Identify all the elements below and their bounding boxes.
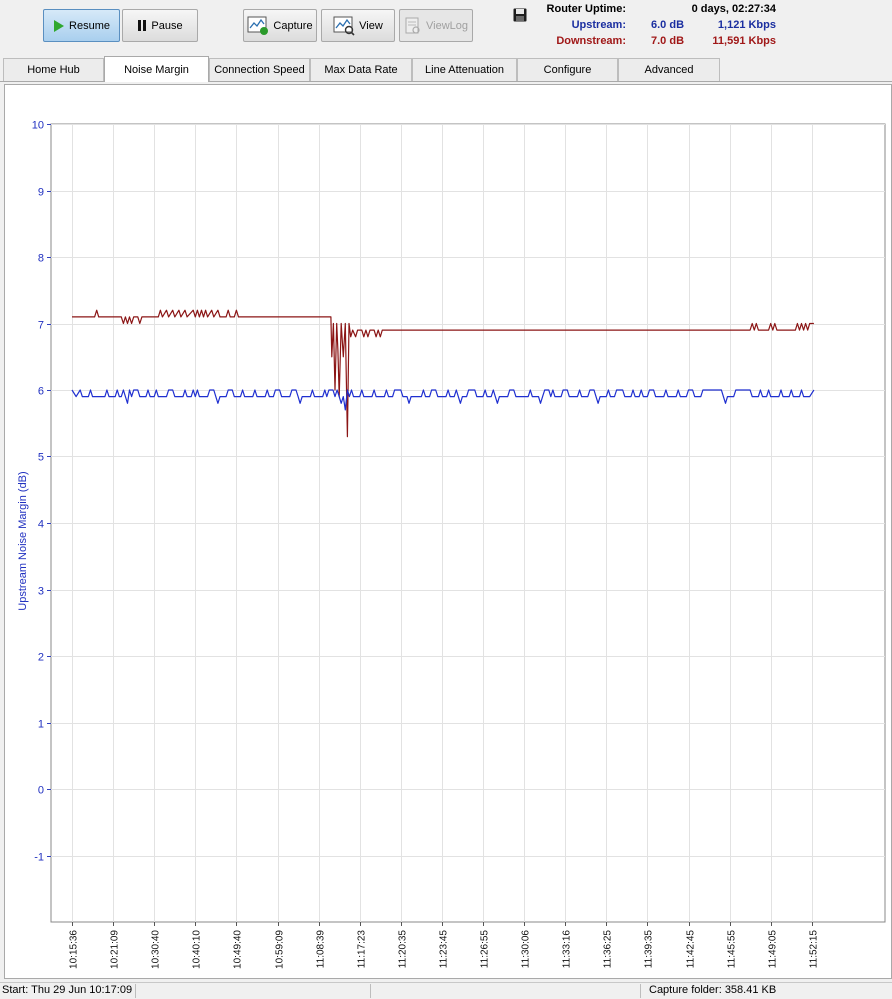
x-tick-label: 11:49:05	[768, 930, 779, 969]
router-status-panel: Router Uptime: 0 days, 02:27:34 Upstream…	[542, 3, 782, 51]
y-tick-label: 5	[38, 452, 44, 464]
y-tick-label: 4	[38, 519, 44, 531]
y-axis-label: Upstream Noise Margin (dB)	[17, 471, 29, 610]
x-tick-label: 11:42:45	[686, 930, 697, 969]
x-tick-label: 10:21:09	[110, 930, 121, 969]
x-tick-label: 11:20:35	[398, 930, 409, 969]
capture-folder-size: Capture folder: 358.41 KB	[649, 984, 777, 996]
y-tick-label: 1	[38, 719, 44, 731]
pause-button[interactable]: Pause	[122, 9, 198, 42]
tab-configure[interactable]: Configure	[517, 58, 618, 81]
view-chart-icon	[333, 16, 355, 36]
tab-label: Connection Speed	[214, 64, 305, 76]
y-tick-label: 7	[38, 320, 44, 332]
x-tick-label: 10:15:36	[69, 930, 80, 969]
y-tick-label: 2	[38, 652, 44, 664]
x-tick-label: 11:23:45	[439, 930, 450, 969]
y-tick-label: 10	[32, 120, 44, 132]
viewlog-button[interactable]: ViewLog	[399, 9, 473, 42]
status-bar: Start: Thu 29 Jun 10:17:09 Capture folde…	[0, 982, 892, 999]
x-tick-label: 10:30:40	[151, 930, 162, 969]
noise-margin-chart-panel: 10 9 8 7 6 5 4 3 2 1 0 -1 10:15:36 10:21:09 10:30:40 10…	[4, 84, 892, 979]
downstream-kbps: 11,591 Kbps	[712, 35, 776, 47]
x-tick-label: 11:36:25	[603, 930, 614, 969]
capture-chart-icon	[247, 16, 269, 35]
x-tick-label: 11:26:55	[480, 930, 491, 969]
play-icon	[54, 19, 65, 32]
y-tick-label: 6	[38, 386, 44, 398]
upstream-label: Upstream:	[571, 19, 626, 31]
x-tick-label: 11:08:39	[316, 930, 327, 969]
y-tick-label: 3	[38, 586, 44, 598]
resume-label: Resume	[69, 19, 110, 32]
y-tick-label: 9	[38, 187, 44, 199]
viewlog-label: ViewLog	[426, 19, 468, 32]
x-tick-label: 11:39:35	[644, 930, 655, 969]
tab-advanced[interactable]: Advanced	[618, 58, 720, 81]
save-disk-icon[interactable]	[513, 8, 527, 22]
tab-noise-margin[interactable]: Noise Margin	[104, 56, 209, 82]
y-tick-label: 0	[38, 785, 44, 797]
pause-label: Pause	[151, 19, 183, 32]
tab-connection-speed[interactable]: Connection Speed	[209, 58, 310, 81]
x-tick-label: 11:17:23	[357, 930, 368, 969]
tab-label: Advanced	[644, 64, 694, 76]
tab-label: Max Data Rate	[324, 64, 398, 76]
status-divider	[640, 984, 641, 998]
upstream-db: 6.0 dB	[651, 19, 685, 31]
status-divider	[370, 984, 371, 998]
status-divider	[135, 984, 136, 998]
tab-max-data-rate[interactable]: Max Data Rate	[310, 58, 412, 81]
start-time: Start: Thu 29 Jun 10:17:09	[2, 984, 133, 996]
tab-label: Configure	[543, 64, 592, 76]
tab-label: Noise Margin	[124, 63, 189, 76]
upstream-kbps: 1,121 Kbps	[717, 19, 776, 31]
x-tick-label: 10:40:10	[192, 930, 203, 969]
downstream-db: 7.0 dB	[651, 35, 685, 47]
y-tick-label: -1	[34, 852, 44, 864]
downstream-label: Downstream:	[556, 35, 626, 47]
view-label: View	[359, 19, 383, 32]
tab-home-hub[interactable]: Home Hub	[3, 58, 104, 81]
x-tick-label: 11:52:15	[809, 930, 820, 969]
uptime-label: Router Uptime:	[546, 3, 626, 15]
x-tick-label: 10:49:40	[233, 930, 244, 969]
capture-button[interactable]: Capture	[243, 9, 317, 42]
tab-label: Home Hub	[27, 64, 80, 76]
viewlog-icon	[405, 17, 420, 34]
uptime-value: 0 days, 02:27:34	[691, 3, 776, 15]
pause-icon	[138, 20, 147, 31]
y-tick-label: 8	[38, 253, 44, 265]
toolbar: Resume Pause Capture View ViewLog Router…	[0, 0, 892, 56]
x-tick-label: 10:59:09	[275, 930, 286, 969]
x-tick-label: 11:33:16	[562, 930, 573, 969]
tab-line-attenuation[interactable]: Line Attenuation	[412, 58, 517, 81]
x-tick-label: 11:45:55	[727, 930, 738, 969]
noise-margin-chart: 109876543210-110:15:36 10:21:09 10:30:40 10…	[17, 120, 886, 969]
tab-bar: Home Hub Noise Margin Connection Speed M…	[0, 56, 892, 82]
x-tick-label: 11:30:06	[521, 930, 532, 969]
view-button[interactable]: View	[321, 9, 395, 42]
resume-button[interactable]: Resume	[43, 9, 120, 42]
tab-label: Line Attenuation	[425, 64, 504, 76]
capture-label: Capture	[273, 19, 313, 32]
